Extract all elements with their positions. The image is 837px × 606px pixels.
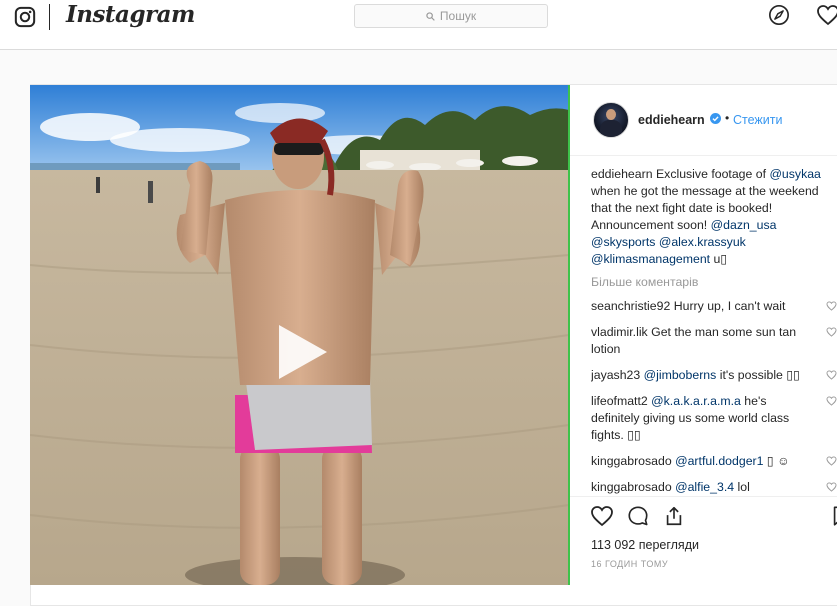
post-actions-bar: 113 092 перегляди 16 ГОДИН ТОМУ [570, 496, 837, 587]
instagram-glyph-icon[interactable] [14, 6, 36, 28]
comment-username[interactable]: kinggabrosado [591, 454, 672, 468]
search-placeholder: Пошук [439, 9, 477, 23]
load-more-comments-button[interactable]: Більше коментарів [591, 274, 837, 291]
top-navigation-bar: Instagram Пошук [0, 0, 837, 50]
avatar[interactable] [593, 102, 629, 138]
verified-badge-icon [710, 113, 721, 124]
comment-item: kinggabrosado @alfie_3.4 lol [591, 479, 837, 496]
caption-username[interactable]: eddiehearn [591, 167, 653, 181]
comment-like-heart-icon[interactable] [826, 327, 837, 337]
comment-item: jayash23 @jimboberns it's possible ▯▯ [591, 367, 837, 384]
post-timestamp[interactable]: 16 ГОДИН ТОМУ [591, 559, 668, 569]
comment-item: seanchristie92 Hurry up, I can't wait [591, 298, 837, 315]
comment-text: lol [737, 480, 750, 494]
share-icon[interactable] [662, 505, 686, 527]
comment-text: it's possible ▯▯ [719, 368, 800, 382]
caption-mention[interactable]: @alex.krassyuk [659, 235, 746, 249]
comment-like-heart-icon[interactable] [826, 370, 837, 380]
compass-icon[interactable] [768, 4, 790, 26]
comment-text: Hurry up, I can't wait [673, 299, 786, 313]
separator-dot: • [725, 111, 730, 125]
caption-text-2: when he got the message at the weekend t… [591, 184, 819, 232]
follow-button[interactable]: Стежити [733, 113, 782, 127]
like-heart-icon[interactable] [590, 505, 614, 527]
search-input[interactable]: Пошук [354, 4, 548, 28]
instagram-wordmark[interactable]: Instagram [66, 1, 195, 28]
comment-username[interactable]: kinggabrosado [591, 480, 672, 494]
caption-tail: u▯ [713, 252, 728, 266]
post-caption: eddiehearn Exclusive footage of @usykaa … [591, 166, 837, 268]
caption-mention[interactable]: @usykaa [769, 167, 820, 181]
caption-text-1: Exclusive footage of [655, 167, 767, 181]
comment-mention[interactable]: @alfie_3.4 [675, 480, 734, 494]
comment-text: ▯ ☺ [766, 454, 790, 468]
comment-username[interactable]: vladimir.lik [591, 325, 648, 339]
view-count[interactable]: 113 092 перегляди [591, 538, 699, 552]
comment-like-heart-icon[interactable] [826, 396, 837, 406]
comment-username[interactable]: lifeofmatt2 [591, 394, 648, 408]
comment-bubble-icon[interactable] [626, 505, 650, 527]
comment-username[interactable]: seanchristie92 [591, 299, 670, 313]
play-icon[interactable] [275, 321, 331, 383]
caption-mention[interactable]: @skysports [591, 235, 655, 249]
comment-mention[interactable]: @artful.dodger1 [675, 454, 763, 468]
comment-like-heart-icon[interactable] [826, 482, 837, 492]
post-video[interactable] [30, 85, 569, 585]
author-username[interactable]: eddiehearn [638, 113, 705, 127]
nav-divider [49, 4, 50, 30]
comment-username[interactable]: jayash23 [591, 368, 640, 382]
comment-item: lifeofmatt2 @k.a.k.a.r.a.m.a he's defini… [591, 393, 837, 444]
post-header: eddiehearn • Стежити [570, 85, 837, 156]
comment-item: kinggabrosado @artful.dodger1 ▯ ☺ [591, 453, 837, 470]
bookmark-icon[interactable] [829, 505, 837, 527]
comment-mention[interactable]: @k.a.k.a.r.a.m.a [651, 394, 741, 408]
caption-mention[interactable]: @dazn_usa [711, 218, 777, 232]
search-icon [426, 11, 435, 21]
heart-icon[interactable] [816, 4, 837, 26]
comments-section: eddiehearn Exclusive footage of @usykaa … [591, 166, 837, 496]
comment-item: vladimir.lik Get the man some sun tan lo… [591, 324, 837, 358]
caption-mention[interactable]: @klimasmanagement [591, 252, 710, 266]
comment-mention[interactable]: @jimboberns [644, 368, 717, 382]
comment-like-heart-icon[interactable] [826, 456, 837, 466]
comment-like-heart-icon[interactable] [826, 301, 837, 311]
